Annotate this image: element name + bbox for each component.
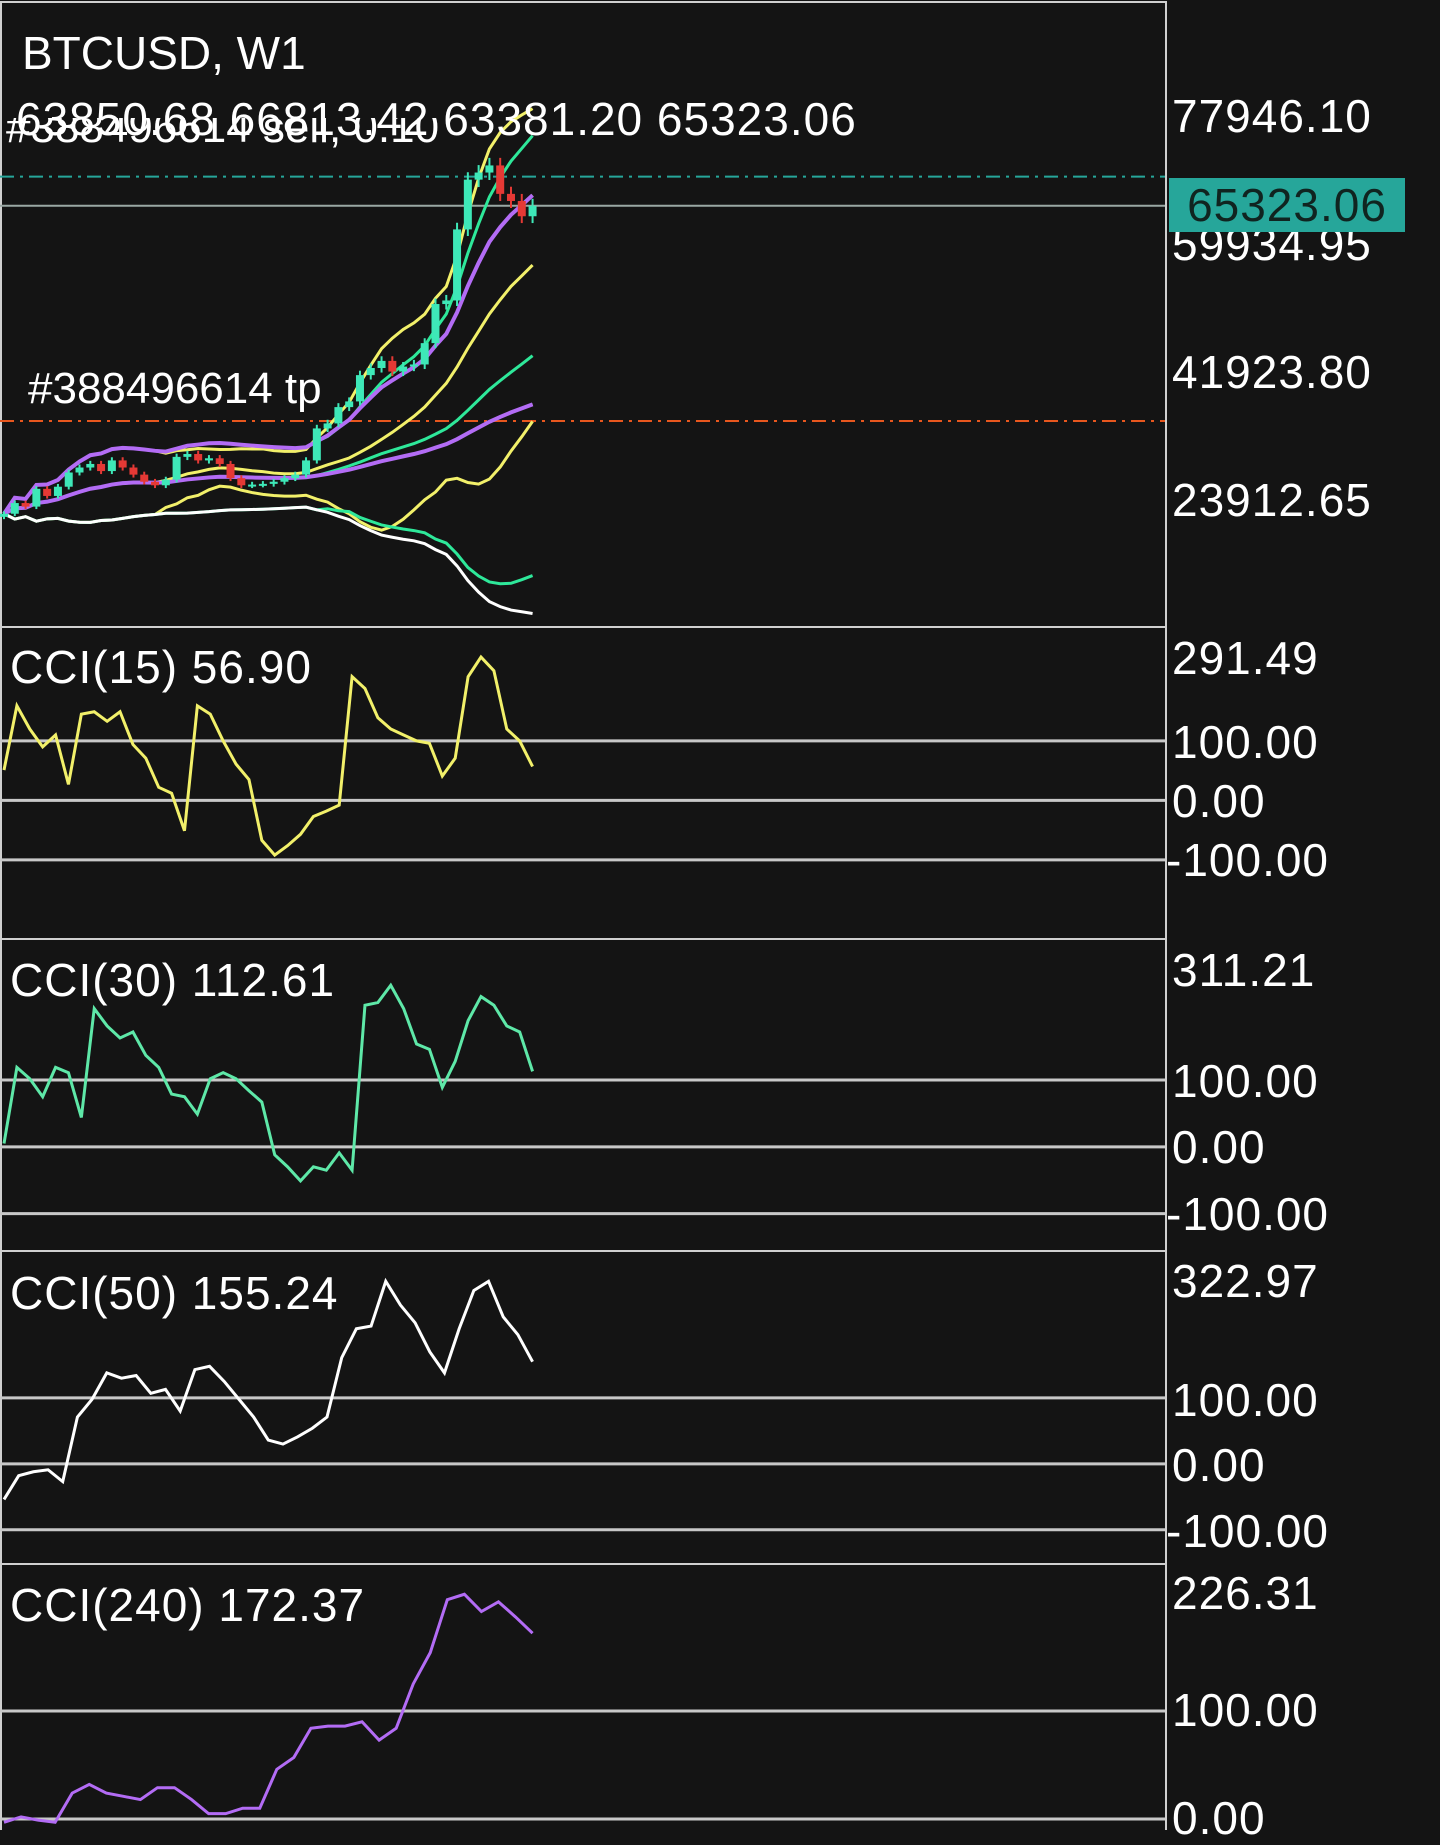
candle-body <box>140 474 149 482</box>
cci240-label: CCI(240) 172.37 <box>10 1579 366 1631</box>
cci30-tick: 311.21 <box>1172 944 1316 996</box>
cci50-tick: 0.00 <box>1172 1439 1266 1491</box>
candle-body <box>43 488 52 496</box>
price-tick: 77946.10 <box>1172 90 1372 142</box>
current-price-badge: 65323.06 <box>1169 178 1405 232</box>
cci50-label: CCI(50) 155.24 <box>10 1267 339 1319</box>
candle-body <box>32 488 41 507</box>
candle-body <box>161 479 170 486</box>
cci30-tick: -100.00 <box>1166 1188 1330 1240</box>
candle-body <box>21 503 30 507</box>
candle-body <box>302 460 311 475</box>
candle-body <box>280 478 289 482</box>
candle-body <box>474 172 483 180</box>
symbol-title: BTCUSD, W1 <box>22 27 306 79</box>
cci15-tick: -100.00 <box>1166 834 1330 886</box>
cci30-label: CCI(30) 112.61 <box>10 954 336 1006</box>
price-tick: 41923.80 <box>1172 346 1372 398</box>
candle-body <box>485 165 494 173</box>
cci15-tick: 100.00 <box>1172 716 1319 768</box>
cci15-tick: 0.00 <box>1172 775 1266 827</box>
candle-body <box>291 474 300 479</box>
cci15-tick: 291.49 <box>1172 632 1319 684</box>
candle-body <box>334 407 343 424</box>
candle-body <box>86 463 95 468</box>
candle-body <box>215 458 224 464</box>
candle-body <box>183 454 192 457</box>
candle-body <box>388 360 397 372</box>
candle-body <box>431 304 440 344</box>
candle-body <box>528 205 537 217</box>
candle-body <box>75 467 84 473</box>
candle-body <box>248 484 257 487</box>
tp-order-label: #388496614 tp <box>28 364 322 413</box>
candle-body <box>355 375 364 402</box>
cci240-tick: 226.31 <box>1172 1567 1319 1619</box>
candle-body <box>442 300 451 305</box>
candle-body <box>172 456 181 480</box>
candle-body <box>345 401 354 408</box>
candle-body <box>377 360 386 369</box>
candle-body <box>517 200 526 217</box>
band-line-bb50-lower <box>3 505 533 615</box>
cci50-tick: 100.00 <box>1172 1374 1319 1426</box>
candle-body <box>312 428 321 461</box>
candle-body <box>107 460 116 472</box>
candle-body <box>506 193 515 201</box>
candle-body <box>118 460 127 468</box>
candle-body <box>0 513 8 517</box>
candle-body <box>237 478 246 486</box>
candle-body <box>409 364 418 367</box>
candle-body <box>366 368 375 376</box>
candle-body <box>129 467 138 475</box>
band-line-bb15-lower <box>3 420 534 532</box>
candle-body <box>399 366 408 372</box>
candle-body <box>10 503 19 514</box>
candle-body <box>204 458 213 461</box>
candle-body <box>151 481 160 486</box>
candle-body <box>194 454 203 461</box>
candle-body <box>258 483 267 486</box>
cci-line-cci30 <box>2 982 534 1184</box>
candle-body <box>420 343 429 365</box>
candle-body <box>269 481 278 484</box>
candle-body <box>226 463 235 479</box>
cci240-tick: 0.00 <box>1172 1792 1266 1844</box>
sell-order-label: #388496614 sell, 0.10 <box>6 118 440 152</box>
cci50-tick: -100.00 <box>1166 1505 1330 1557</box>
candle-body <box>496 165 505 194</box>
cci50-tick: 322.97 <box>1172 1255 1319 1307</box>
price-tick: 23912.65 <box>1172 474 1372 526</box>
cci30-tick: 0.00 <box>1172 1121 1266 1173</box>
cci15-label: CCI(15) 56.90 <box>10 641 312 693</box>
candle-body <box>463 179 472 230</box>
cci240-tick: 100.00 <box>1172 1684 1319 1736</box>
band-line-bb15-upper <box>2 107 534 515</box>
candle-body <box>453 229 462 301</box>
band-line-bb30-lower <box>3 505 534 586</box>
candle-body <box>323 423 332 429</box>
cci30-tick: 100.00 <box>1172 1055 1319 1107</box>
candle-body <box>64 472 73 487</box>
candle-body <box>53 486 62 496</box>
candle-body <box>97 463 106 472</box>
